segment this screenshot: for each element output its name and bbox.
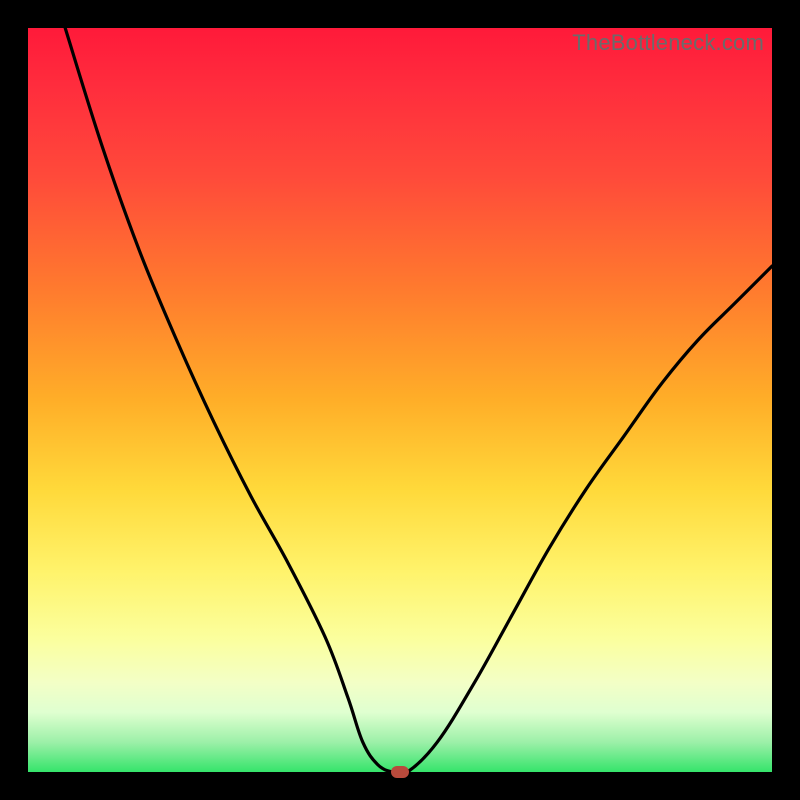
bottleneck-curve-path [65,28,772,772]
curve-svg [28,28,772,772]
vertex-marker [391,766,409,778]
chart-frame: TheBottleneck.com [0,0,800,800]
plot-area: TheBottleneck.com [28,28,772,772]
